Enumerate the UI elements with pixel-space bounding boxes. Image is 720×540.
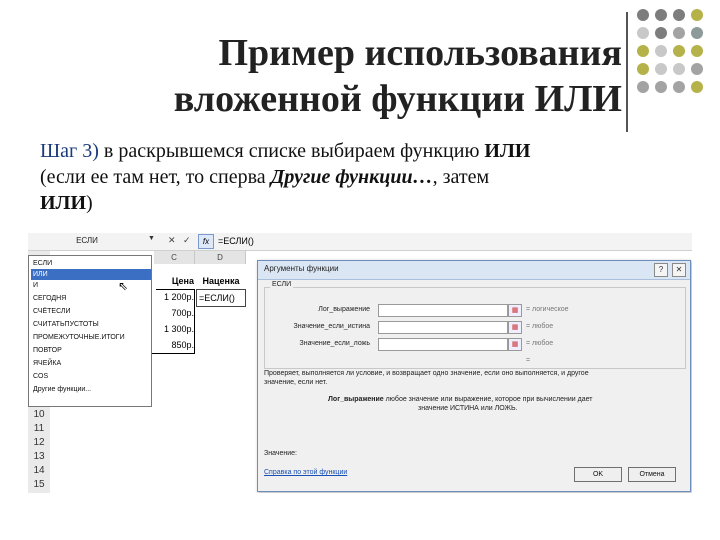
header-price[interactable]: Цена — [156, 273, 194, 290]
price-cell[interactable]: 700р. — [152, 305, 195, 321]
arg2-result: = любое — [526, 323, 554, 330]
function-arguments-dialog[interactable]: Аргументы функции ? ✕ ЕСЛИ Лог_выражение… — [257, 260, 691, 492]
decorative-dot — [691, 27, 703, 39]
decorative-dot — [637, 45, 649, 57]
arg3-input[interactable] — [378, 338, 508, 351]
arg3-collapse-icon[interactable]: ▦ — [508, 338, 522, 351]
function-list-item[interactable]: СЕГОДНЯ — [31, 293, 151, 304]
step-text-c: , затем — [432, 166, 490, 188]
decorative-dot — [673, 45, 685, 57]
slide-title: Пример использования вложенной функции И… — [40, 30, 622, 122]
decorative-dot — [655, 9, 667, 21]
function-list-item[interactable]: ПРОМЕЖУТОЧНЫЕ.ИТОГИ — [31, 332, 151, 343]
enter-icon[interactable]: ✓ — [183, 235, 191, 246]
name-box[interactable]: ЕСЛИ — [28, 235, 146, 247]
decorative-dot — [673, 9, 685, 21]
divider-line — [626, 12, 628, 132]
step-func-2: ИЛИ — [40, 192, 87, 214]
function-list-item[interactable]: ПОВТОР — [31, 345, 151, 356]
row-number: 14 — [33, 465, 45, 476]
title-line-2: вложенной функции ИЛИ — [173, 78, 622, 120]
arg1-collapse-icon[interactable]: ▦ — [508, 304, 522, 317]
arg2-collapse-icon[interactable]: ▦ — [508, 321, 522, 334]
function-description: Проверяет, выполняется ли условие, и воз… — [264, 370, 589, 386]
formula-result: = — [526, 357, 531, 364]
formula-text[interactable]: =ЕСЛИ() — [218, 236, 254, 246]
function-list-item[interactable]: Другие функции... — [31, 384, 151, 395]
argument-description: Лог_выражение любое значение или выражен… — [328, 396, 593, 412]
function-list-item[interactable]: СЧЁТЕСЛИ — [31, 306, 151, 317]
column-header-c[interactable]: C — [154, 251, 195, 264]
step-close: ) — [86, 192, 93, 214]
row-number: 15 — [33, 479, 45, 490]
decorative-dot — [637, 27, 649, 39]
mouse-pointer-icon: ⇖ — [118, 279, 129, 293]
arg1-result: = логическое — [526, 306, 569, 313]
name-box-dropdown-icon[interactable]: ▼ — [148, 235, 155, 242]
function-list-item[interactable]: ЕСЛИ — [31, 258, 151, 269]
price-cell[interactable]: 1 300р. — [152, 321, 195, 337]
decorative-dot — [655, 63, 667, 75]
row-number: 13 — [33, 451, 45, 462]
decorative-dot — [655, 81, 667, 93]
price-cell[interactable]: 1 200р. — [152, 289, 195, 305]
step-label: Шаг 3) — [40, 140, 99, 162]
decorative-dot — [691, 81, 703, 93]
decorative-dot — [673, 63, 685, 75]
cancel-button[interactable]: Отмена — [628, 467, 676, 482]
insert-function-button[interactable]: fx — [198, 234, 214, 249]
function-list-item[interactable]: И — [31, 280, 151, 291]
decorative-dot — [673, 81, 685, 93]
formula-bar: ЕСЛИ ▼ ✕ ✓ fx =ЕСЛИ() — [28, 233, 692, 251]
value-label: Значение: — [264, 450, 297, 457]
arg3-label: Значение_если_ложь — [299, 340, 370, 347]
row-number: 11 — [33, 423, 45, 434]
decorative-dot — [691, 63, 703, 75]
price-cell[interactable]: 850р. — [152, 337, 195, 354]
decorative-dot — [691, 9, 703, 21]
decorative-dot — [637, 9, 649, 21]
row-number: 10 — [33, 409, 45, 420]
decorative-dot — [655, 27, 667, 39]
group-label: ЕСЛИ — [270, 281, 294, 288]
dialog-title: Аргументы функции — [264, 264, 339, 273]
decorative-dot — [673, 27, 685, 39]
editing-cell[interactable]: =ЕСЛИ() — [196, 289, 246, 307]
step-other: Другие функции… — [270, 166, 433, 188]
function-list-item[interactable]: COS — [31, 371, 151, 382]
decorative-dot — [637, 81, 649, 93]
step-text-a: в раскрывшемся списке выбираем функцию — [103, 140, 480, 162]
help-icon[interactable]: ? — [654, 263, 668, 277]
step-text-b: (если ее там нет, то сперва — [40, 166, 266, 188]
row-number: 12 — [33, 437, 45, 448]
ok-button[interactable]: OK — [574, 467, 622, 482]
header-markup[interactable]: Наценка — [196, 273, 246, 290]
decorative-dot — [691, 45, 703, 57]
step-description: Шаг 3) в раскрывшемся списке выбираем фу… — [40, 138, 700, 216]
function-list-item[interactable]: ЯЧЕЙКА — [31, 358, 151, 369]
help-link[interactable]: Справка по этой функции — [264, 469, 347, 476]
arg2-label: Значение_если_истина — [293, 323, 370, 330]
function-dropdown-list[interactable]: ЕСЛИ ИЛИ И СЕГОДНЯ СЧЁТЕСЛИ СЧИТАТЬПУСТО… — [28, 255, 152, 407]
column-header-d[interactable]: D — [195, 251, 246, 264]
function-list-item-selected[interactable]: ИЛИ — [31, 269, 151, 280]
cancel-icon[interactable]: ✕ — [168, 235, 176, 246]
decorative-dot-grid — [637, 9, 719, 113]
function-list-item[interactable]: СЧИТАТЬПУСТОТЫ — [31, 319, 151, 330]
arg2-input[interactable] — [378, 321, 508, 334]
title-line-1: Пример использования — [218, 32, 622, 74]
dialog-title-bar[interactable]: Аргументы функции ? ✕ — [258, 261, 690, 280]
arg3-result: = любое — [526, 340, 554, 347]
arg1-input[interactable] — [378, 304, 508, 317]
close-icon[interactable]: ✕ — [672, 263, 686, 277]
excel-screenshot: ЕСЛИ ▼ ✕ ✓ fx =ЕСЛИ() 10 11 12 13 14 15 … — [28, 233, 692, 493]
step-func: ИЛИ — [484, 140, 531, 162]
arg1-label: Лог_выражение — [318, 306, 370, 313]
decorative-dot — [655, 45, 667, 57]
decorative-dot — [637, 63, 649, 75]
